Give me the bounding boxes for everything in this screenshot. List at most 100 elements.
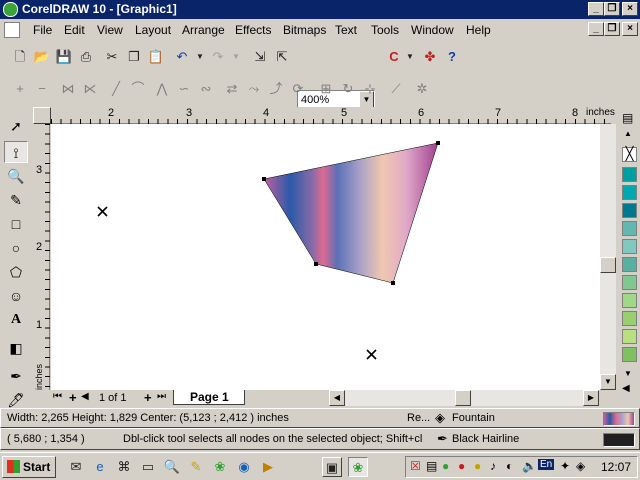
tray-icon[interactable]: ♪: [490, 459, 496, 473]
color-swatch[interactable]: [622, 203, 637, 218]
fountain-filled-shape[interactable]: [263, 142, 439, 284]
menu-help[interactable]: Help: [466, 23, 491, 37]
color-swatch[interactable]: [622, 185, 637, 200]
menu-effects[interactable]: Effects: [235, 23, 271, 37]
tray-icon[interactable]: ●: [474, 459, 481, 473]
import-icon[interactable]: ⇲: [250, 47, 270, 67]
smooth-icon[interactable]: ∽: [174, 79, 194, 99]
node-handle[interactable]: [436, 141, 440, 145]
menu-bitmaps[interactable]: Bitmaps: [283, 23, 326, 37]
first-page-icon[interactable]: ⏮: [53, 391, 62, 402]
cusp-icon[interactable]: ⋀: [152, 79, 172, 99]
launcher-dropdown-icon[interactable]: ▼: [400, 47, 420, 67]
polygon-tool-icon[interactable]: ⬠: [4, 261, 28, 283]
to-line-icon[interactable]: ╱: [106, 79, 126, 99]
task-window-button[interactable]: ▣: [322, 457, 342, 477]
hscroll-thumb[interactable]: [455, 390, 471, 406]
auto-close-icon[interactable]: ⟳: [288, 79, 308, 99]
start-button[interactable]: Start: [2, 456, 56, 478]
eyedropper-tool-icon[interactable]: ✒: [4, 365, 28, 387]
add-page-after-icon[interactable]: +: [144, 390, 152, 405]
rotate-nodes-icon[interactable]: ↻: [338, 79, 358, 99]
color-swatch[interactable]: [622, 257, 637, 272]
align-nodes-icon[interactable]: ⊹: [360, 79, 380, 99]
redo-dropdown-icon[interactable]: ▼: [226, 47, 246, 67]
clock[interactable]: 12:07: [601, 460, 631, 474]
to-curve-icon[interactable]: ⌒: [128, 79, 148, 99]
doc-restore-button[interactable]: ❐: [604, 22, 620, 36]
scroll-thumb[interactable]: [600, 257, 616, 273]
print-icon[interactable]: ⎙: [76, 47, 96, 67]
undo-dropdown-icon[interactable]: ▼: [190, 47, 210, 67]
stretch-nodes-icon[interactable]: ⊞: [316, 79, 336, 99]
tray-icon[interactable]: ●: [458, 459, 465, 473]
extract-subpath-icon[interactable]: ⤴: [266, 79, 286, 99]
menu-edit[interactable]: Edit: [64, 23, 85, 37]
drawing-canvas[interactable]: [51, 124, 600, 390]
color-swatch[interactable]: [622, 239, 637, 254]
redo-icon[interactable]: ↷: [208, 47, 228, 67]
add-node-icon[interactable]: +: [10, 79, 30, 99]
quicklaunch-app-icon[interactable]: ✎: [186, 457, 206, 477]
quicklaunch-explorer-icon[interactable]: 🔍: [162, 457, 182, 477]
node-handle[interactable]: [262, 177, 266, 181]
palette-scroll-up-icon[interactable]: ▲: [624, 129, 632, 138]
undo-icon[interactable]: ↶: [172, 47, 192, 67]
copy-icon[interactable]: ❐: [124, 47, 144, 67]
menu-tools[interactable]: Tools: [371, 23, 399, 37]
freehand-tool-icon[interactable]: ✎: [4, 189, 28, 211]
menu-window[interactable]: Window: [411, 23, 454, 37]
quicklaunch-corel-icon[interactable]: ❀: [210, 457, 230, 477]
select-all-nodes-icon[interactable]: ✲: [412, 79, 432, 99]
symmetrical-icon[interactable]: ∾: [196, 79, 216, 99]
shape-tool-icon[interactable]: ⟟: [4, 141, 28, 163]
break-curve-icon[interactable]: ⋉: [80, 79, 100, 99]
color-swatch[interactable]: [622, 221, 637, 236]
node-handle[interactable]: [391, 281, 395, 285]
scroll-right-button[interactable]: ▶: [583, 390, 599, 406]
prev-page-icon[interactable]: ◀: [81, 391, 89, 402]
export-icon[interactable]: ⇱: [272, 47, 292, 67]
task-coreldraw-button[interactable]: ❀: [348, 457, 368, 477]
tray-icon[interactable]: ✦: [560, 459, 570, 473]
fill-swatch[interactable]: [603, 412, 635, 426]
color-swatch[interactable]: [622, 293, 637, 308]
palette-options-icon[interactable]: ▤: [622, 111, 633, 125]
open-icon[interactable]: 📂: [32, 47, 52, 67]
vertical-ruler[interactable]: 3 2 1 inches: [33, 124, 50, 390]
quicklaunch-outlook-icon[interactable]: ✉: [66, 457, 86, 477]
color-swatch[interactable]: [622, 329, 637, 344]
color-swatch[interactable]: [622, 347, 637, 362]
doc-minimize-button[interactable]: _: [588, 22, 604, 36]
paste-icon[interactable]: 📋: [146, 47, 166, 67]
extend-curve-icon[interactable]: ⤳: [244, 79, 264, 99]
add-page-before-icon[interactable]: +: [69, 390, 77, 405]
cut-icon[interactable]: ✂: [102, 47, 122, 67]
delete-node-icon[interactable]: −: [32, 79, 52, 99]
minimize-button[interactable]: _: [588, 2, 604, 16]
doc-close-button[interactable]: ×: [622, 22, 638, 36]
quicklaunch-media-icon[interactable]: ◉: [234, 457, 254, 477]
save-icon[interactable]: 💾: [54, 47, 74, 67]
ellipse-tool-icon[interactable]: ○: [4, 237, 28, 259]
text-tool-icon[interactable]: A: [4, 309, 28, 331]
pick-tool-icon[interactable]: ➚: [4, 115, 28, 137]
menu-arrange[interactable]: Arrange: [182, 23, 225, 37]
tray-icon[interactable]: ●: [442, 459, 449, 473]
color-swatch[interactable]: [622, 167, 637, 182]
reverse-curve-icon[interactable]: ⇄: [222, 79, 242, 99]
rectangle-tool-icon[interactable]: □: [4, 213, 28, 235]
quicklaunch-ie-icon[interactable]: e: [90, 457, 110, 477]
zoom-tool-icon[interactable]: 🔍: [4, 165, 28, 187]
volume-icon[interactable]: 🔈: [522, 459, 537, 473]
menu-file[interactable]: File: [33, 23, 52, 37]
tray-icon[interactable]: ◈: [576, 459, 585, 473]
close-button[interactable]: ×: [622, 2, 638, 16]
vertical-scrollbar[interactable]: ▼: [600, 124, 616, 390]
color-swatch[interactable]: [622, 275, 637, 290]
elastic-mode-icon[interactable]: ⟋: [386, 79, 406, 99]
maximize-button[interactable]: ❐: [604, 2, 620, 16]
menu-layout[interactable]: Layout: [135, 23, 171, 37]
menu-text[interactable]: Text: [335, 23, 357, 37]
basic-shapes-tool-icon[interactable]: ☺: [4, 285, 28, 307]
